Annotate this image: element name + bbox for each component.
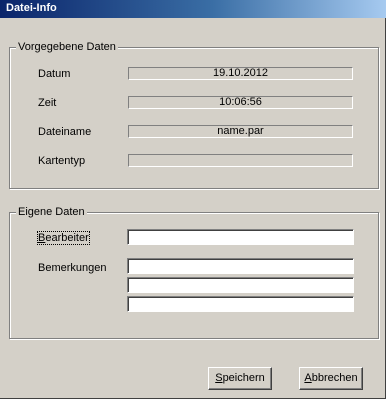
own-data-legend: Eigene Daten	[16, 205, 87, 219]
datei-info-dialog: Datei-Info Vorgegebene Daten Datum 19.10…	[0, 0, 386, 399]
time-field: 10:06:56	[128, 96, 353, 109]
title-bar[interactable]: Datei-Info	[0, 0, 386, 18]
save-button[interactable]: Speichern	[208, 367, 272, 390]
editor-label-rest: earbeiter	[45, 232, 89, 244]
window-title: Datei-Info	[6, 2, 57, 14]
filename-label: Dateiname	[38, 126, 92, 138]
time-label: Zeit	[38, 97, 57, 109]
date-field: 19.10.2012	[128, 67, 353, 80]
date-label: Datum	[38, 68, 71, 80]
remarks-input-line-3[interactable]	[127, 296, 354, 312]
cancel-button-rest: bbrechen	[311, 372, 358, 384]
save-button-rest: peichern	[222, 372, 265, 384]
filename-field: name.par	[128, 125, 353, 138]
card-type-label: Kartentyp	[38, 155, 86, 167]
remarks-label: Bemerkungen	[38, 262, 107, 274]
save-button-accel: S	[215, 372, 223, 384]
remarks-input-line-1[interactable]	[127, 258, 354, 274]
card-type-field	[128, 154, 353, 167]
editor-input[interactable]	[127, 229, 354, 245]
cancel-button[interactable]: Abbrechen	[299, 367, 363, 390]
cancel-button-accel: A	[304, 372, 312, 384]
editor-label: Bearbeiter	[37, 231, 90, 245]
remarks-input-line-2[interactable]	[127, 277, 354, 293]
predefined-data-legend: Vorgegebene Daten	[16, 40, 118, 54]
